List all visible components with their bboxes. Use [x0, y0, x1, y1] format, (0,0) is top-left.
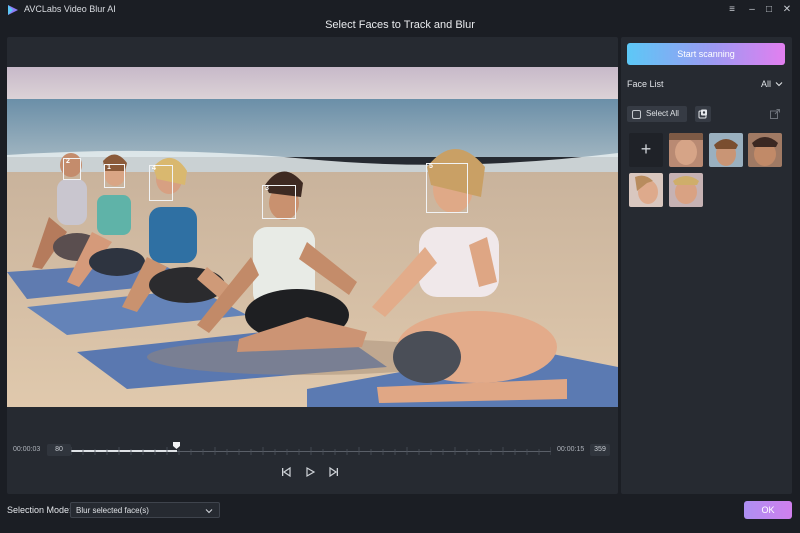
export-icon[interactable] — [769, 108, 781, 120]
close-icon[interactable]: ✕ — [779, 3, 795, 17]
face-thumbnail[interactable] — [669, 133, 703, 167]
title-bar: AVCLabs Video Blur AI ≡ – □ ✕ — [0, 0, 800, 20]
face-box-3[interactable]: 3 — [262, 185, 296, 219]
face-thumbnail[interactable] — [629, 173, 663, 207]
manage-faces-button[interactable] — [695, 106, 711, 122]
face-number: 1 — [107, 164, 111, 171]
face-box-5[interactable]: 5 — [426, 163, 468, 213]
timeline-ticks — [71, 447, 551, 455]
end-frame-input[interactable]: 359 — [590, 444, 610, 456]
face-thumbnail[interactable] — [709, 133, 743, 167]
video-preview[interactable]: 2 1 4 3 5 — [7, 67, 618, 407]
play-icon[interactable] — [303, 465, 317, 479]
app-logo-icon — [8, 5, 18, 15]
face-list-label: Face List — [627, 79, 664, 89]
playhead-handle[interactable] — [173, 442, 181, 449]
ok-button[interactable]: OK — [744, 501, 792, 519]
manage-faces-icon — [698, 109, 707, 119]
face-box-4[interactable]: 4 — [149, 165, 173, 201]
selection-mode-label: Selection Mode: — [7, 505, 72, 515]
minimize-icon[interactable]: – — [744, 3, 760, 17]
prev-frame-icon[interactable] — [279, 465, 293, 479]
next-frame-icon[interactable] — [327, 465, 341, 479]
select-all-label: Select All — [646, 109, 679, 118]
face-filter-dropdown[interactable]: All — [761, 79, 771, 89]
current-frame-input[interactable]: 80 — [47, 444, 71, 456]
select-all-checkbox[interactable] — [632, 110, 641, 119]
page-title: Select Faces to Track and Blur — [325, 19, 475, 31]
face-number: 4 — [152, 165, 156, 172]
chevron-down-icon — [205, 509, 213, 514]
face-number: 5 — [429, 163, 433, 170]
playback-controls — [7, 465, 618, 479]
video-panel: 2 1 4 3 5 00:00:03 80 00:00:15 359 — [7, 37, 618, 494]
app-title: AVCLabs Video Blur AI — [24, 4, 116, 14]
face-number: 2 — [66, 158, 70, 165]
face-number: 3 — [265, 185, 269, 192]
current-time: 00:00:03 — [13, 446, 41, 453]
menu-icon[interactable]: ≡ — [724, 3, 740, 17]
face-box-2[interactable]: 2 — [63, 158, 81, 180]
face-box-1[interactable]: 1 — [104, 164, 125, 188]
selection-mode-select[interactable]: Blur selected face(s) — [70, 502, 220, 518]
selection-mode-value: Blur selected face(s) — [76, 506, 149, 515]
plus-icon: + — [640, 139, 652, 159]
chevron-down-icon[interactable] — [775, 80, 783, 88]
end-time: 00:00:15 — [557, 446, 585, 453]
start-scanning-button[interactable]: Start scanning — [627, 43, 785, 65]
bottom-bar: Selection Mode: Blur selected face(s) OK — [0, 497, 800, 533]
face-list-panel: Start scanning Face List All Select All … — [621, 37, 792, 494]
timeline: 00:00:03 80 00:00:15 359 — [7, 442, 618, 462]
video-frame-image — [7, 67, 618, 407]
add-face-button[interactable]: + — [629, 133, 663, 167]
maximize-icon[interactable]: □ — [761, 3, 777, 17]
face-thumbnail[interactable] — [669, 173, 703, 207]
face-thumbnail[interactable] — [748, 133, 782, 167]
select-all-button[interactable]: Select All — [627, 106, 687, 122]
